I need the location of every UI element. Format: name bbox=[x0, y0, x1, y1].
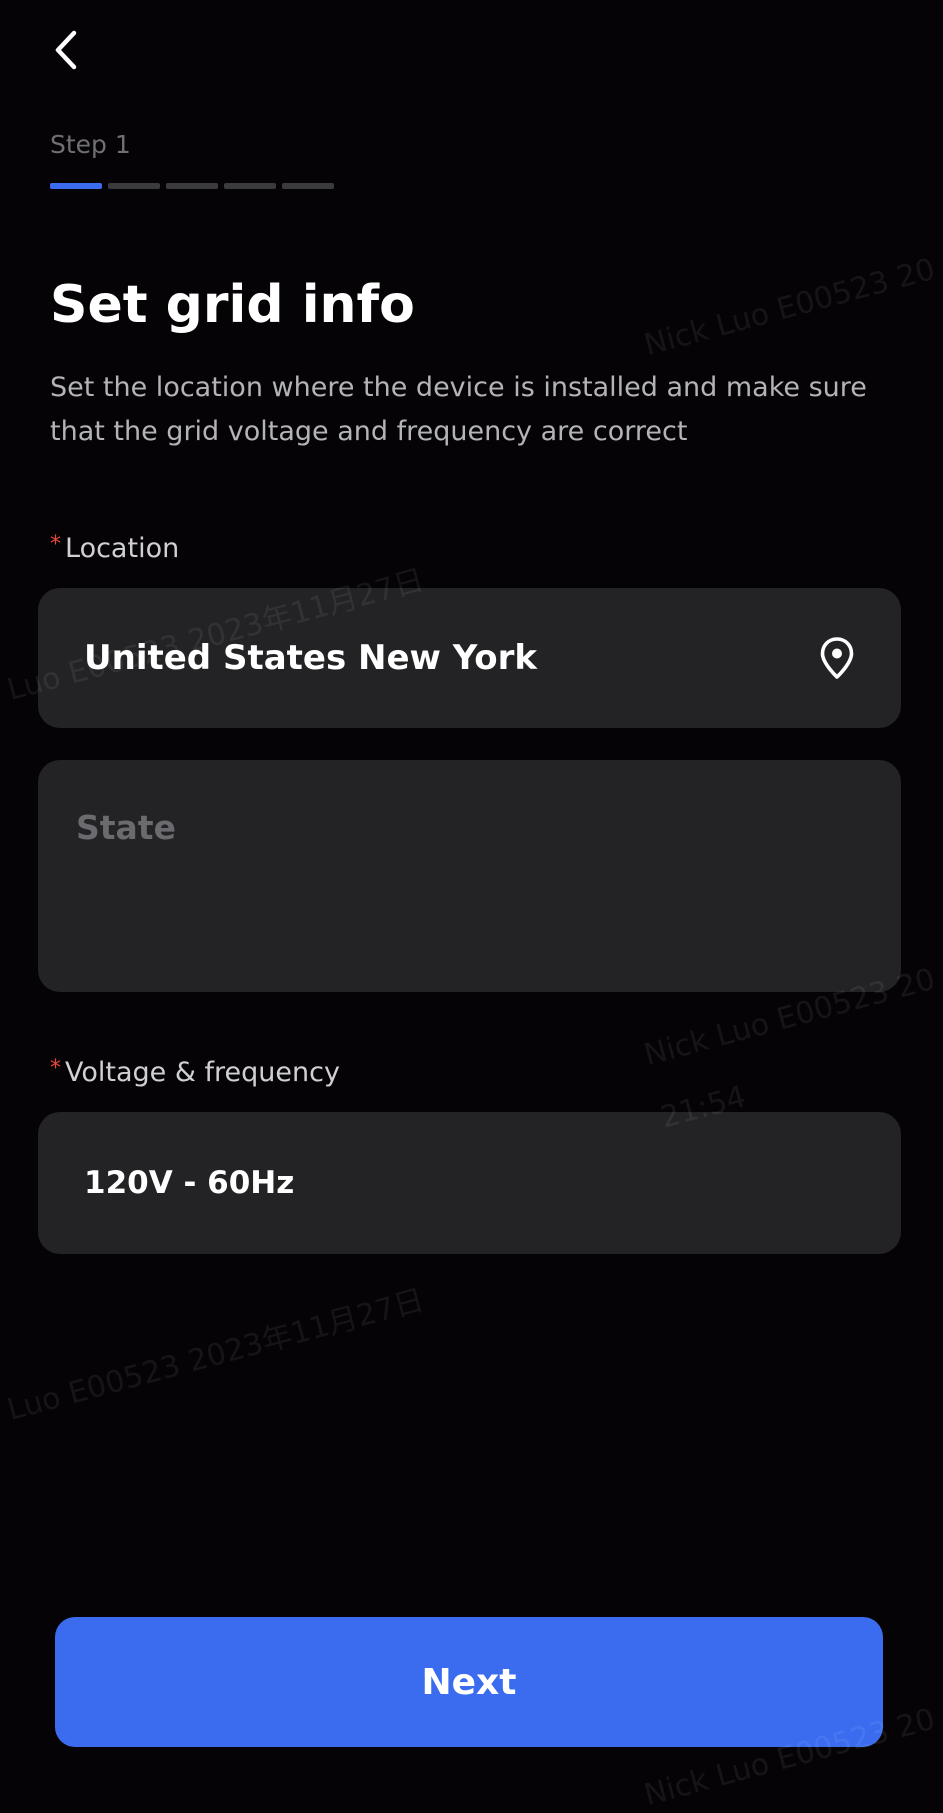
state-input[interactable]: State bbox=[38, 760, 901, 992]
watermark-text: Nick Luo E00523 20 bbox=[640, 251, 939, 364]
step-label: Step 1 bbox=[50, 130, 131, 159]
page-subtitle: Set the location where the device is ins… bbox=[50, 372, 867, 447]
location-field[interactable]: United States New York bbox=[38, 588, 901, 728]
location-value: United States New York bbox=[84, 638, 538, 678]
step-progress bbox=[50, 183, 334, 189]
required-mark: * bbox=[50, 532, 61, 557]
page-title: Set grid info bbox=[50, 275, 415, 335]
progress-segment bbox=[166, 183, 218, 189]
screen: Step 1 Set grid info Set the location wh… bbox=[0, 0, 943, 1813]
chevron-left-icon bbox=[55, 30, 77, 70]
progress-segment bbox=[108, 183, 160, 189]
progress-segment bbox=[224, 183, 276, 189]
next-button[interactable]: Next bbox=[55, 1617, 883, 1747]
required-mark: * bbox=[50, 1056, 61, 1081]
progress-segment bbox=[282, 183, 334, 189]
watermark-text: Luo E00523 2023年11月27日 bbox=[3, 1282, 428, 1428]
voltage-value: 120V - 60Hz bbox=[84, 1165, 295, 1201]
progress-segment-active bbox=[50, 183, 102, 189]
voltage-label: * Voltage & frequency bbox=[50, 1052, 340, 1090]
location-label: * Location bbox=[50, 528, 179, 566]
state-placeholder: State bbox=[76, 808, 176, 847]
back-button[interactable] bbox=[44, 24, 88, 76]
voltage-frequency-select[interactable]: 120V - 60Hz bbox=[38, 1112, 901, 1254]
location-pin-icon[interactable] bbox=[819, 636, 855, 680]
voltage-label-text: Voltage & frequency bbox=[65, 1057, 340, 1088]
location-label-text: Location bbox=[65, 533, 180, 564]
